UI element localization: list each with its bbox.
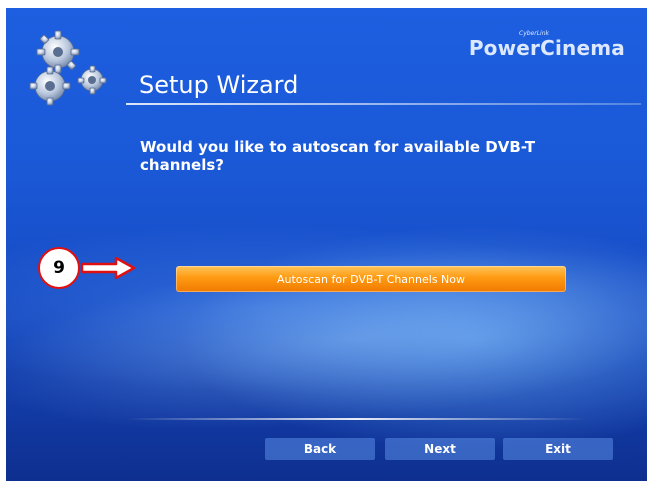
exit-button[interactable]: Exit <box>503 438 613 460</box>
gears-icon <box>29 30 107 106</box>
next-button[interactable]: Next <box>385 438 495 460</box>
powercinema-screen: CyberLink PowerCinema Setup Wizard Would… <box>6 8 647 481</box>
footer-divider <box>126 418 586 420</box>
back-button[interactable]: Back <box>265 438 375 460</box>
brand-logo: PowerCinema <box>468 36 625 60</box>
background-wave <box>6 205 647 471</box>
autoscan-button[interactable]: Autoscan for DVB-T Channels Now <box>176 266 566 292</box>
arrow-right-icon <box>80 257 136 279</box>
page-title: Setup Wizard <box>139 71 299 99</box>
wizard-question: Would you like to autoscan for available… <box>140 138 536 174</box>
title-divider <box>126 103 641 105</box>
screenshot-frame: CyberLink PowerCinema Setup Wizard Would… <box>0 0 653 488</box>
step-marker: 9 <box>38 247 80 289</box>
